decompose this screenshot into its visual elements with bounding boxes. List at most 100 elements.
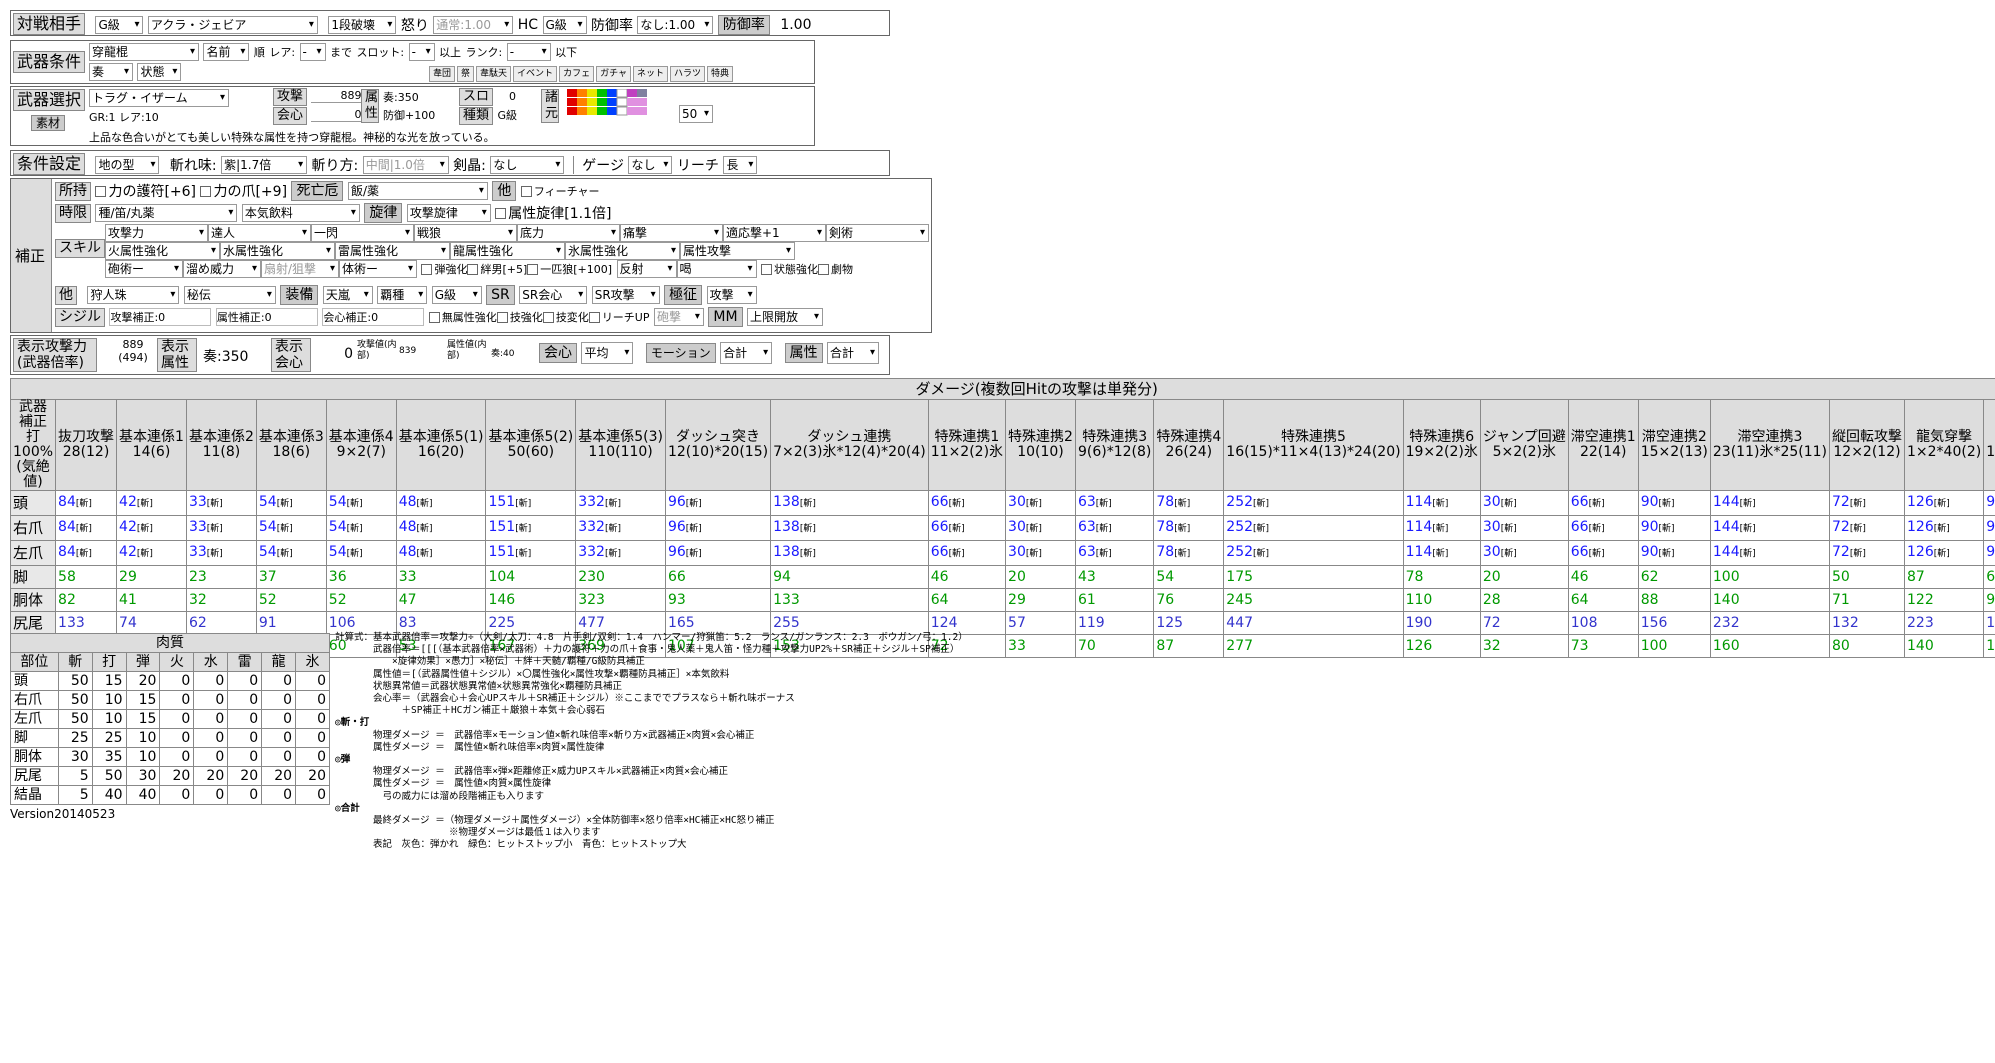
filter-button-6[interactable]: ネット [633, 66, 669, 82]
sigil-shelling-select[interactable]: 砲撃 [653, 308, 704, 326]
skill-r2-select-2[interactable]: 雷属性強化 [335, 242, 450, 260]
skill-r1-select-5[interactable]: 痛撃 [620, 224, 723, 242]
skill-r1-select-7[interactable]: 剣術 [826, 224, 929, 242]
element-select[interactable]: 合計 [827, 342, 880, 364]
melody-button[interactable]: 旋律 [364, 203, 403, 223]
rare-from-select[interactable]: - [299, 43, 326, 61]
skill-r3-extra-select-0[interactable]: 反射 [616, 260, 677, 278]
skill-r1-select-2[interactable]: 一閃 [311, 224, 414, 242]
skill-r1-select-3[interactable]: 戦狼 [414, 224, 517, 242]
sigil-checkbox-2[interactable] [542, 311, 554, 323]
rage-select[interactable]: 通常:1.00 [433, 16, 514, 34]
food-select[interactable]: 飯/薬 [347, 182, 488, 200]
weapon-type-select[interactable]: 穿龍棍 [89, 43, 199, 61]
power-talon-checkbox[interactable] [200, 185, 212, 197]
skill-r3-select-1[interactable]: 溜め威力 [183, 260, 261, 278]
haoshu-select[interactable]: 覇種 [377, 286, 428, 304]
motion-button[interactable]: モーション [645, 343, 716, 363]
sr-attack-select[interactable]: SR攻撃 [591, 286, 660, 304]
gauge-label: ゲージ [582, 158, 624, 174]
melody-select[interactable]: 攻撃旋律 [406, 204, 491, 222]
status-select[interactable]: 状態 [137, 63, 182, 81]
sigil-checkbox-1[interactable] [496, 311, 508, 323]
kyokusei-select[interactable]: 攻撃 [706, 286, 757, 304]
skill-r3-extra-checkbox-0[interactable] [760, 263, 772, 275]
filter-button-5[interactable]: ガチャ [596, 66, 631, 82]
kenjutsu-select[interactable]: なし [490, 156, 565, 174]
sigil-checkbox-3[interactable] [588, 311, 600, 323]
kyokusei-button[interactable]: 極征 [664, 285, 703, 305]
skill-r3-checkbox-2[interactable] [527, 263, 539, 275]
death-button[interactable]: 死亡卮 [291, 181, 344, 201]
seed-select[interactable]: 種/笛/丸薬 [95, 204, 238, 222]
g-rank-select[interactable]: G級 [431, 286, 482, 304]
skill-r3-checkbox-0[interactable] [421, 263, 433, 275]
rank-select[interactable]: - [506, 43, 551, 61]
skill-r1-select-4[interactable]: 底力 [517, 224, 620, 242]
reach-select[interactable]: 長 [723, 156, 758, 174]
skill-r1-select-1[interactable]: 達人 [208, 224, 311, 242]
slot-select[interactable]: - [408, 43, 435, 61]
kaishin-button[interactable]: 会心 [539, 343, 577, 363]
weapon-name-select[interactable]: トラグ・イザーム [89, 89, 229, 107]
drink-select[interactable]: 本気飲料 [241, 204, 360, 222]
filter-button-8[interactable]: 特典 [707, 66, 734, 82]
filter-button-3[interactable]: イベント [513, 66, 558, 82]
kaishin-select[interactable]: 平均 [581, 342, 634, 364]
sr-kaishin-select[interactable]: SR会心 [519, 286, 588, 304]
sharpness-level-select[interactable]: 紫|1.7倍 [221, 156, 308, 174]
sr-button[interactable]: SR [486, 285, 515, 305]
break-select[interactable]: 1段破壊 [328, 16, 397, 34]
skill-r3-extra-select-1[interactable]: 喝 [676, 260, 757, 278]
sigil-element-field[interactable]: 属性補正:0 [215, 308, 318, 326]
material-button[interactable]: 素材 [31, 115, 66, 131]
skill-r2-select-5[interactable]: 属性攻撃 [680, 242, 795, 260]
filter-button-4[interactable]: カフェ [559, 66, 595, 82]
feature-checkbox[interactable] [520, 185, 532, 197]
damage-cell: 29 [1005, 588, 1076, 612]
filter-button-0[interactable]: 韋団 [429, 66, 456, 82]
hc-select[interactable]: G級 [542, 16, 587, 34]
filter-button-7[interactable]: ハラツ [670, 66, 706, 82]
elem-melody-checkbox[interactable] [495, 207, 507, 219]
sharpness-select[interactable]: 50 [679, 105, 713, 123]
limit-select[interactable]: 上限開放 [747, 308, 824, 326]
skill-r2-select-4[interactable]: 氷属性強化 [565, 242, 680, 260]
other-food-button[interactable]: 他 [492, 181, 517, 201]
defense-select[interactable]: なし:1.00 [637, 16, 714, 34]
motion-select[interactable]: 合計 [720, 342, 773, 364]
filter-button-2[interactable]: 韋駄天 [476, 66, 512, 82]
sort-select[interactable]: 名前 [203, 43, 250, 61]
cut-method-select[interactable]: 中間|1.0倍 [362, 156, 449, 174]
skill-r2-select-1[interactable]: 水属性強化 [220, 242, 335, 260]
mm-button[interactable]: MM [708, 307, 743, 327]
tenran-select[interactable]: 天嵐 [322, 286, 373, 304]
terrain-select[interactable]: 地の型 [95, 156, 160, 174]
opponent-rank-select[interactable]: G級 [95, 16, 144, 34]
sigil-affinity-field[interactable]: 会心補正:0 [322, 308, 425, 326]
sub-select[interactable]: 奏 [89, 63, 133, 81]
equip-button[interactable]: 装備 [280, 285, 319, 305]
monster-select[interactable]: アクラ・ジェビア [147, 16, 318, 34]
sigil-attack-field[interactable]: 攻撃補正:0 [109, 308, 212, 326]
hunter-gem-select[interactable]: 狩人珠 [87, 286, 180, 304]
skill-r3-extra-checkbox-1[interactable] [817, 263, 829, 275]
skill-r1-select-0[interactable]: 攻撃力 [105, 224, 208, 242]
skill-r3-select-0[interactable]: 砲術ー [105, 260, 183, 278]
secret-select[interactable]: 秘伝 [183, 286, 276, 304]
sigil-checkbox-0[interactable] [428, 311, 440, 323]
power-charm-checkbox[interactable] [95, 185, 107, 197]
skill-r2-select-0[interactable]: 火属性強化 [105, 242, 220, 260]
element-button[interactable]: 属性 [784, 343, 823, 363]
motion-name: 空中穿撃 [1986, 430, 1995, 445]
gauge-select[interactable]: なし [628, 156, 673, 174]
damage-cell: 96[斬] [664, 540, 772, 566]
skill-r3-select-3[interactable]: 体術ー [339, 260, 417, 278]
skill-r2-select-3[interactable]: 龍属性強化 [450, 242, 565, 260]
defense-rate-button[interactable]: 防御率 [717, 15, 770, 35]
skill-r1-select-6[interactable]: 適応撃+1 [723, 224, 826, 242]
skill-r3-checkbox-1[interactable] [467, 263, 479, 275]
filter-button-1[interactable]: 祭 [457, 66, 475, 82]
damage-cell: 63[斬] [1074, 490, 1155, 516]
skill-r3-select-2[interactable]: 扇射/狙撃 [261, 260, 339, 278]
